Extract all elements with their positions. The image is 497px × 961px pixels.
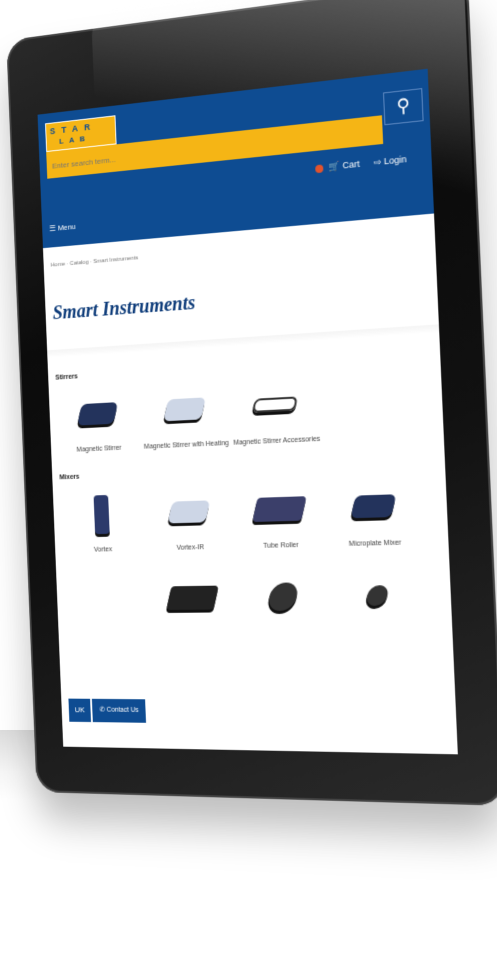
tablet-device: STAR LAB ⚲ 🛒 Cart ⇨ Login ☰ Menu	[0, 0, 497, 961]
flag-button[interactable]: UK	[68, 698, 92, 723]
more-products-row	[56, 563, 452, 628]
product-name: Vortex-IR	[176, 544, 205, 552]
contact-label: Contact Us	[106, 706, 139, 714]
product-image	[144, 481, 235, 543]
login-label: Login	[383, 153, 407, 167]
logo-bottom-text: LAB	[59, 133, 91, 146]
product-image	[236, 566, 331, 628]
menu-icon: ☰	[49, 223, 56, 234]
product-card[interactable]	[328, 564, 427, 627]
cart-button[interactable]: 🛒 Cart	[315, 159, 360, 175]
product-card[interactable]: Tube Roller	[232, 477, 327, 553]
product-card[interactable]: Vortex	[58, 484, 147, 557]
product-card[interactable]: Magnetic Stirrer Accessories	[228, 372, 323, 450]
product-image	[61, 569, 149, 628]
product-image	[54, 382, 142, 444]
menu-label: Menu	[57, 222, 76, 233]
product-card[interactable]: Microplate Mixer	[325, 474, 424, 552]
cart-icon: 🛒	[328, 160, 341, 172]
product-card[interactable]: Vortex-IR	[144, 481, 236, 556]
product-card[interactable]: Magnetic Stirrer	[54, 382, 142, 457]
product-name: Tube Roller	[263, 541, 299, 550]
product-image	[58, 484, 146, 545]
search-button[interactable]: ⚲	[382, 88, 424, 126]
product-card[interactable]: Magnetic Stirrer with Heating	[139, 377, 231, 453]
product-image	[325, 474, 424, 538]
product-name: Vortex	[93, 546, 113, 554]
mixers-grid: Vortex Vortex-IR Tube Roller Microplate …	[53, 473, 449, 557]
product-image	[228, 372, 323, 437]
phone-icon: ✆	[99, 706, 106, 714]
product-image	[139, 377, 230, 441]
login-button[interactable]: ⇨ Login	[373, 154, 406, 169]
product-image	[147, 567, 238, 627]
search-icon: ⚲	[395, 94, 411, 117]
cart-label: Cart	[342, 158, 360, 171]
floating-bar: UK ✆ Contact Us	[68, 698, 147, 723]
contact-us-button[interactable]: ✆ Contact Us	[91, 698, 147, 723]
product-card[interactable]	[61, 569, 149, 628]
product-image	[232, 477, 327, 540]
product-card[interactable]	[147, 567, 238, 627]
product-image	[328, 564, 427, 627]
menu-button[interactable]: ☰ Menu	[49, 222, 76, 233]
cart-badge	[315, 163, 324, 173]
flag-icon: UK	[74, 705, 85, 715]
product-name: Microplate Mixer	[348, 539, 402, 548]
login-icon: ⇨	[373, 156, 382, 168]
tablet-screen: STAR LAB ⚲ 🛒 Cart ⇨ Login ☰ Menu	[37, 68, 458, 755]
product-card[interactable]	[236, 566, 331, 628]
